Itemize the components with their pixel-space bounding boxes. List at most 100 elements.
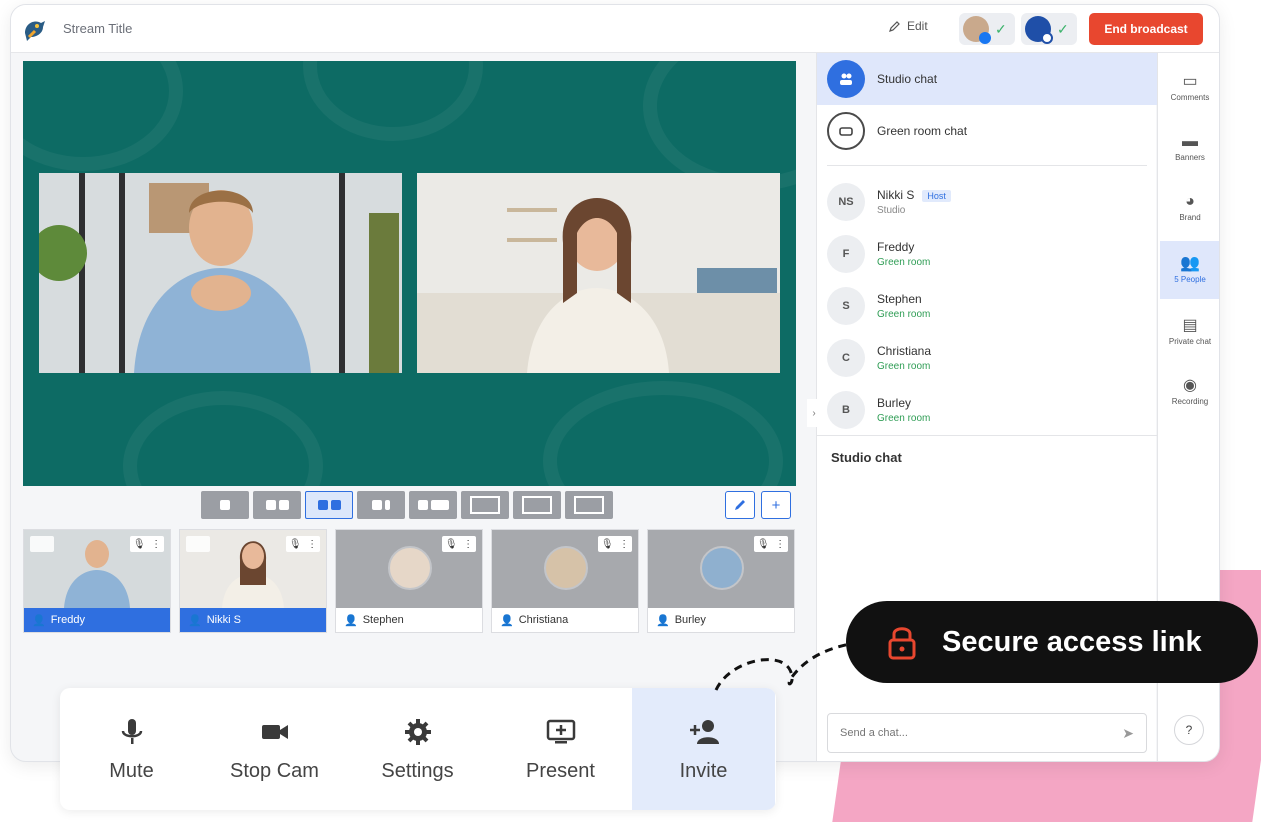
edit-layout-button[interactable]	[725, 491, 755, 519]
stop-cam-button[interactable]: Stop Cam	[203, 688, 346, 810]
person-status: Green room	[877, 361, 931, 372]
camera-icon	[186, 536, 210, 552]
avatar: C	[827, 339, 865, 377]
person-name: Christiana	[877, 344, 932, 358]
layout-screen-only[interactable]	[565, 491, 613, 519]
participant-name: Burley	[674, 614, 706, 626]
participant-tile[interactable]: 🎙 ⋮ 👤 Freddy	[23, 529, 171, 633]
tile-controls[interactable]: 🎙 ⋮	[130, 536, 164, 552]
rail-recording[interactable]: ◉ Recording	[1160, 363, 1219, 421]
person-row[interactable]: S Stephen Green room	[827, 281, 1147, 331]
rail-comments[interactable]: ▭ Comments	[1160, 59, 1219, 117]
edit-button[interactable]: Edit	[889, 19, 928, 33]
dashed-connector	[714, 642, 851, 691]
destination-channel[interactable]: ✓	[1021, 13, 1077, 45]
rail-banners[interactable]: ▬ Banners	[1160, 119, 1219, 177]
mic-icon: 🎙	[444, 538, 458, 550]
video-feed-freddy[interactable]	[39, 173, 402, 373]
person-icon	[265, 500, 276, 510]
person-status: Studio	[877, 205, 906, 216]
participant-name-bar: 👤 Christiana	[492, 608, 638, 632]
layout-group[interactable]	[305, 491, 353, 519]
participant-name-bar: 👤 Nikki S	[180, 608, 326, 632]
person-name: Stephen	[877, 292, 922, 306]
layout-screen-side[interactable]	[409, 491, 457, 519]
more-icon: ⋮	[151, 538, 162, 550]
stream-title[interactable]: Stream Title	[63, 21, 132, 36]
settings-label: Settings	[381, 759, 454, 782]
end-broadcast-button[interactable]: End broadcast	[1089, 13, 1203, 45]
facebook-avatar	[963, 16, 991, 44]
tile-controls[interactable]: 🎙 ⋮	[442, 536, 476, 552]
layout-leader[interactable]	[357, 491, 405, 519]
person-icon	[317, 500, 328, 510]
participant-tile[interactable]: 🎙 ⋮ 👤 Stephen	[335, 529, 483, 633]
person-icon	[278, 500, 289, 510]
layout-cropped[interactable]	[253, 491, 301, 519]
person-icon	[220, 500, 230, 510]
participant-tile[interactable]: 🎙 ⋮ 👤 Burley	[647, 529, 795, 633]
person-icon: 👤	[500, 614, 514, 627]
person-icon: 👤	[188, 614, 202, 627]
person-icon	[330, 500, 341, 510]
person-icon	[372, 500, 382, 510]
person-name: Freddy	[877, 240, 915, 254]
person-row[interactable]: F Freddy Green room	[827, 229, 1147, 279]
avatar: B	[827, 391, 865, 429]
divider	[817, 435, 1157, 436]
avatar: F	[827, 235, 865, 273]
participant-tile[interactable]: 🎙 ⋮ 👤 Christiana	[491, 529, 639, 633]
layout-screen-corner[interactable]	[513, 491, 561, 519]
tile-controls[interactable]: 🎙 ⋮	[754, 536, 788, 552]
invite-button[interactable]: Invite	[632, 688, 775, 810]
rail-brand[interactable]: ◕ Brand	[1160, 179, 1219, 237]
person-row[interactable]: B Burley Green room	[827, 385, 1147, 435]
studio-chat-label: Studio chat	[877, 72, 938, 86]
freddy-video-image	[39, 173, 402, 373]
present-button[interactable]: Present	[489, 688, 632, 810]
video-feed-nikki[interactable]	[417, 173, 780, 373]
tile-controls[interactable]: 🎙 ⋮	[286, 536, 320, 552]
destination-facebook[interactable]: ✓	[959, 13, 1015, 45]
chat-input[interactable]	[840, 727, 1080, 739]
rail-people[interactable]: 👥 5 People	[1160, 241, 1219, 299]
top-bar: Stream Title Edit ✓ ✓ End broadcast	[11, 5, 1219, 53]
pencil-icon	[735, 500, 745, 510]
participant-name: Freddy	[50, 614, 85, 626]
layout-picture-in-picture[interactable]	[461, 491, 509, 519]
mute-button[interactable]: Mute	[60, 688, 203, 810]
mic-icon: 🎙	[288, 538, 302, 550]
person-status: Green room	[877, 413, 931, 424]
rail-private-chat[interactable]: ▤ Private chat	[1160, 303, 1219, 361]
studio-chat-tab[interactable]: Studio chat	[817, 53, 1157, 105]
plus-icon: +	[771, 496, 781, 514]
person-name: Nikki S	[877, 188, 915, 202]
mic-icon: 🎙	[132, 538, 146, 550]
avatar	[700, 546, 744, 590]
record-icon: ◉	[1183, 376, 1197, 394]
divider	[827, 165, 1147, 166]
green-room-chat-label: Green room chat	[877, 124, 968, 138]
pencil-icon	[889, 21, 900, 32]
person-icon	[385, 500, 390, 510]
facebook-icon	[979, 32, 991, 44]
invite-label: Invite	[679, 759, 728, 782]
stage-canvas	[23, 61, 796, 486]
tile-controls[interactable]: 🎙 ⋮	[598, 536, 632, 552]
participant-tile[interactable]: 🎙 ⋮ 👤 Nikki S	[179, 529, 327, 633]
settings-button[interactable]: Settings	[346, 688, 489, 810]
person-icon: 👤	[656, 614, 670, 627]
help-button[interactable]: ?	[1174, 715, 1204, 745]
person-row[interactable]: C Christiana Green room	[827, 333, 1147, 383]
mic-icon: 🎙	[756, 538, 770, 550]
person-row[interactable]: NS Nikki S Host Studio	[827, 177, 1147, 227]
layout-solo[interactable]	[201, 491, 249, 519]
person-status: Green room	[877, 309, 931, 320]
callout-text: Secure access link	[942, 625, 1202, 658]
send-icon[interactable]: ➤	[1122, 725, 1134, 742]
add-layout-button[interactable]: +	[761, 491, 791, 519]
green-room-chat-tab[interactable]: Green room chat	[817, 105, 1157, 157]
edit-label: Edit	[907, 19, 928, 33]
collapse-panel-button[interactable]: ›	[807, 399, 821, 427]
person-icon	[417, 500, 428, 510]
